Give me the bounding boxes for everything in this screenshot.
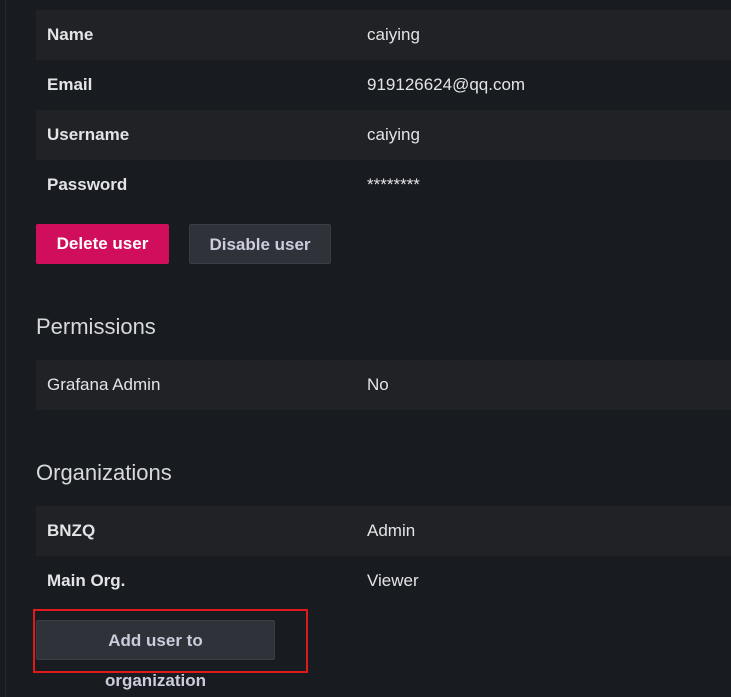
organization-row: Main Org. Viewer	[36, 556, 731, 606]
organizations-heading: Organizations	[36, 460, 172, 485]
permissions-table: Grafana Admin No	[36, 360, 731, 410]
user-info-value: ********	[367, 175, 420, 194]
user-info-row-password: Password ********	[36, 160, 731, 210]
user-info-value: 919126624@qq.com	[367, 75, 526, 94]
organization-name: Main Org.	[47, 571, 126, 590]
user-admin-page: Name caiying Email 919126624@qq.com User…	[0, 0, 731, 697]
disable-user-button[interactable]: Disable user	[189, 224, 331, 264]
organization-role: Admin	[367, 521, 416, 540]
delete-user-button[interactable]: Delete user	[36, 224, 169, 264]
user-info-key: Name	[47, 25, 94, 44]
permission-value: No	[367, 375, 389, 394]
user-info-key: Email	[47, 75, 93, 94]
permissions-row-grafana-admin: Grafana Admin No	[36, 360, 731, 410]
user-info-row-name: Name caiying	[36, 10, 731, 60]
permission-key: Grafana Admin	[47, 375, 161, 394]
user-info-value: caiying	[367, 25, 420, 44]
user-info-row-username: Username caiying	[36, 110, 731, 160]
user-info-key: Username	[47, 125, 130, 144]
user-info-row-email: Email 919126624@qq.com	[36, 60, 731, 110]
user-info-key: Password	[47, 175, 128, 194]
user-info-table: Name caiying Email 919126624@qq.com User…	[36, 10, 731, 210]
user-info-value: caiying	[367, 125, 420, 144]
organization-role: Viewer	[367, 571, 419, 590]
permissions-heading: Permissions	[36, 314, 156, 339]
left-divider	[5, 0, 6, 697]
add-user-to-organization-button[interactable]: Add user to organization	[36, 620, 275, 690]
organization-name: BNZQ	[47, 521, 96, 540]
organizations-table: BNZQ Admin Main Org. Viewer	[36, 506, 731, 606]
organization-row: BNZQ Admin	[36, 506, 731, 556]
